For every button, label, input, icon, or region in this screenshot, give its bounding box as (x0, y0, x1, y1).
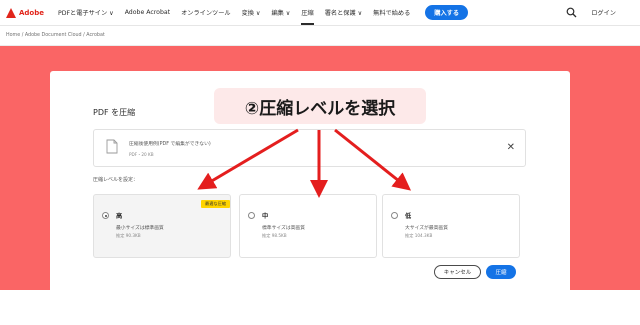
nav-item-edit[interactable]: 編集 ∨ (271, 8, 290, 17)
best-compression-badge: 最適な圧縮 (201, 200, 230, 208)
nav-item-sign-protect[interactable]: 署名と保護 ∨ (325, 8, 362, 17)
nav-item-pdf-esign[interactable]: PDFと電子サイン ∨ (58, 8, 114, 17)
breadcrumb[interactable]: Home / Adobe Document Cloud / Acrobat (0, 26, 640, 46)
file-name: 圧縮後使用例(PDF で編集ができない) (129, 142, 211, 147)
option-title: 高 (116, 213, 123, 220)
adobe-logo[interactable]: Adobe (6, 7, 58, 18)
buy-button[interactable]: 購入する (425, 5, 469, 20)
option-estimate: 推定 98.5KB (262, 233, 287, 238)
file-size: PDF・20 KB (129, 152, 154, 157)
adobe-logo-icon (6, 7, 16, 18)
option-description: 大サイズが最高画質 (405, 226, 449, 231)
annotation-callout: ②圧縮レベルを選択 (214, 88, 426, 124)
nav-item-online-tools[interactable]: オンラインツール (181, 8, 231, 17)
file-item: 圧縮後使用例(PDF で編集ができない) PDF・20 KB ✕ (93, 129, 526, 167)
search-icon[interactable] (566, 7, 577, 18)
page-title: PDF を圧縮 (93, 108, 136, 117)
close-icon[interactable]: ✕ (507, 142, 515, 153)
radio-medium[interactable] (248, 212, 255, 219)
compression-level-label: 圧縮レベルを設定： (93, 177, 139, 183)
option-low[interactable]: 低 大サイズが最高画質 推定 104.3KB (382, 194, 520, 258)
nav-item-convert[interactable]: 変換 ∨ (242, 8, 261, 17)
nav-item-adobe-acrobat[interactable]: Adobe Acrobat (125, 9, 170, 16)
option-estimate: 推定 104.3KB (405, 233, 433, 238)
option-description: 最小サイズは標準画質 (116, 226, 164, 231)
option-high[interactable]: 最適な圧縮 高 最小サイズは標準画質 推定 90.3KB (93, 194, 231, 258)
option-description: 標準サイズは高画質 (262, 226, 306, 231)
radio-low[interactable] (391, 212, 398, 219)
login-link[interactable]: ログイン (591, 8, 616, 17)
compress-button[interactable]: 圧縮 (486, 265, 516, 279)
top-nav: Adobe PDFと電子サイン ∨ Adobe Acrobat オンラインツール… (0, 0, 640, 26)
option-title: 中 (262, 213, 269, 220)
nav-item-compress[interactable]: 圧縮 (301, 8, 315, 25)
cancel-button[interactable]: キャンセル (434, 265, 481, 279)
radio-high[interactable] (102, 212, 109, 219)
brand-name: Adobe (19, 8, 44, 17)
nav-item-free-start[interactable]: 無料で始める (373, 8, 410, 17)
option-title: 低 (405, 213, 412, 220)
option-estimate: 推定 90.3KB (116, 233, 141, 238)
document-icon (106, 139, 118, 158)
option-medium[interactable]: 中 標準サイズは高画質 推定 98.5KB (239, 194, 377, 258)
